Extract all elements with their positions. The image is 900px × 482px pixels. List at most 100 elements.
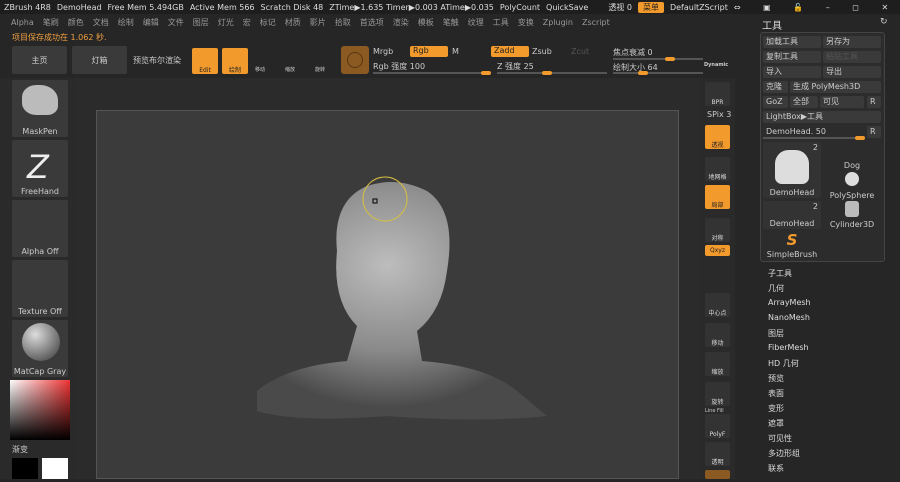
menu-item[interactable]: 渲染 — [393, 17, 409, 28]
zadd-button[interactable]: Zadd — [491, 46, 529, 57]
make-polymesh-button[interactable]: 生成 PolyMesh3D — [790, 81, 881, 93]
menu-button[interactable]: 菜单 — [637, 1, 664, 13]
center-button[interactable]: 中心点 — [705, 293, 730, 317]
color-picker[interactable] — [10, 380, 70, 440]
tool-thumb-demohead-2[interactable]: DemoHead 2 — [763, 201, 821, 229]
rgb-button[interactable]: Rgb — [410, 46, 448, 57]
menu-item[interactable]: 笔触 — [443, 17, 459, 28]
clone-button[interactable]: 克隆 — [763, 81, 788, 93]
rotate-view-button[interactable]: 旋转 — [705, 382, 730, 406]
texture-thumbnail[interactable]: Texture Off — [12, 260, 68, 317]
menu-item[interactable]: 变换 — [518, 17, 534, 28]
tool-thumb-cylinder3d[interactable]: Cylinder3D — [823, 201, 881, 229]
menu-item[interactable]: 图层 — [193, 17, 209, 28]
menu-item[interactable]: 灯光 — [218, 17, 234, 28]
draw-button[interactable]: 绘制 — [222, 48, 248, 74]
menu-item[interactable]: 颜色 — [68, 17, 84, 28]
bpr-button[interactable]: BPR — [705, 82, 730, 106]
material-thumbnail[interactable]: MatCap Gray — [12, 320, 68, 377]
menu-item[interactable]: 材质 — [285, 17, 301, 28]
subpalette-item[interactable]: 表面 — [768, 388, 784, 399]
polycount[interactable]: PolyCount — [500, 3, 540, 12]
menu-item[interactable]: 模板 — [418, 17, 434, 28]
document-canvas[interactable] — [96, 110, 679, 479]
refresh-icon[interactable]: ↻ — [880, 17, 888, 27]
visible-button[interactable]: 可见 — [820, 96, 864, 108]
tool-thumb-demohead[interactable]: DemoHead 2 — [763, 142, 821, 198]
floor-button[interactable]: 地网格 — [705, 157, 730, 181]
tool-thumb-polysphere[interactable]: PolySphere — [823, 172, 881, 200]
tool-thumb-dog[interactable]: Dog — [823, 142, 881, 170]
menu-item[interactable]: 纹理 — [468, 17, 484, 28]
r-button[interactable]: R — [867, 96, 881, 108]
subpalette-item[interactable]: 预览 — [768, 373, 784, 384]
menu-item[interactable]: Zscript — [582, 18, 610, 27]
home-button[interactable]: 主页 — [12, 46, 67, 74]
menu-item[interactable]: 文档 — [93, 17, 109, 28]
subpalette-item[interactable]: 可见性 — [768, 433, 792, 444]
menu-item[interactable]: Alpha — [11, 18, 34, 27]
menu-item[interactable]: 笔刷 — [43, 17, 59, 28]
secondary-color-swatch[interactable] — [42, 458, 68, 479]
symmetry-button[interactable]: 对称 — [705, 218, 730, 242]
bpr-preview-button[interactable]: 预览布尔渲染 — [133, 55, 181, 66]
m-button[interactable]: M — [452, 47, 459, 56]
brush-thumbnail[interactable]: MaskPen — [12, 80, 68, 137]
menu-item[interactable]: 宏 — [243, 17, 251, 28]
alpha-thumbnail[interactable]: Alpha Off — [12, 200, 68, 257]
subpalette-item[interactable]: 多边形组 — [768, 448, 800, 459]
tool-thumb-simplebrush[interactable]: S SimpleBrush — [763, 231, 821, 259]
subpalette-item[interactable]: FiberMesh — [768, 343, 809, 352]
subpalette-item[interactable]: ArrayMesh — [768, 298, 811, 307]
window-controls[interactable]: ⇔ ▣ 🔓 – ◻ ✕ — [734, 3, 898, 12]
zcut-button[interactable]: Zcut — [571, 47, 589, 56]
menu-item[interactable]: 文件 — [168, 17, 184, 28]
demohead-model[interactable] — [97, 111, 680, 480]
menu-item[interactable]: 标记 — [260, 17, 276, 28]
load-tool-button[interactable]: 加载工具 — [763, 36, 821, 48]
stroke-thumbnail[interactable]: Z FreeHand — [12, 140, 68, 197]
polyf-button[interactable]: PolyF — [705, 414, 730, 438]
default-zscript[interactable]: DefaultZScript — [670, 3, 728, 12]
subpalette-item[interactable]: 遮罩 — [768, 418, 784, 429]
dynamic-toggle[interactable]: Dynamic — [704, 62, 728, 68]
menu-item[interactable]: Zplugin — [543, 18, 573, 27]
menu-item[interactable]: 影片 — [310, 17, 326, 28]
focal-shift-slider[interactable] — [613, 57, 703, 61]
spix-slider[interactable]: SPix 3 — [707, 110, 731, 119]
edit-button[interactable]: Edit — [192, 48, 218, 74]
draw-size-slider[interactable] — [613, 71, 703, 75]
subpalette-item[interactable]: 图层 — [768, 328, 784, 339]
r-reset-button[interactable]: R — [867, 126, 881, 138]
paste-tool-button[interactable]: 粘贴工具 — [823, 51, 881, 63]
main-color-swatch[interactable] — [12, 458, 38, 479]
save-as-button[interactable]: 另存为 — [823, 36, 881, 48]
subpalette-item[interactable]: 子工具 — [768, 268, 792, 279]
transparency-slider[interactable]: 透视 0 — [608, 2, 632, 13]
quicksave-button[interactable]: QuickSave — [546, 3, 588, 12]
local-button[interactable]: 局部 — [705, 185, 730, 209]
material-swatch[interactable] — [341, 46, 369, 74]
copy-tool-button[interactable]: 复制工具 — [763, 51, 821, 63]
demohead-slider-track[interactable] — [763, 136, 865, 140]
lightbox-button[interactable]: 灯箱 — [72, 46, 127, 74]
scale-button[interactable]: 缩放 — [285, 66, 295, 73]
transparent-button[interactable]: 透明 — [705, 442, 730, 466]
subpalette-item[interactable]: 变形 — [768, 403, 784, 414]
menu-item[interactable]: 工具 — [493, 17, 509, 28]
solo-button[interactable] — [705, 470, 730, 479]
z-intensity-slider[interactable] — [497, 71, 607, 75]
rgb-intensity-slider[interactable] — [373, 71, 491, 75]
move-button[interactable]: 移动 — [255, 66, 265, 73]
menu-item[interactable]: 首选项 — [360, 17, 384, 28]
subpalette-item[interactable]: 几何 — [768, 283, 784, 294]
scale-view-button[interactable]: 缩放 — [705, 352, 730, 376]
move-view-button[interactable]: 移动 — [705, 323, 730, 347]
zsub-button[interactable]: Zsub — [532, 47, 552, 56]
goz-button[interactable]: GoZ — [763, 96, 788, 108]
menu-item[interactable]: 编辑 — [143, 17, 159, 28]
subpalette-item[interactable]: 联系 — [768, 463, 784, 474]
mrgb-button[interactable]: Mrgb — [373, 47, 393, 56]
export-button[interactable]: 导出 — [823, 66, 881, 78]
xyz-button[interactable]: Qxyz — [705, 245, 730, 256]
